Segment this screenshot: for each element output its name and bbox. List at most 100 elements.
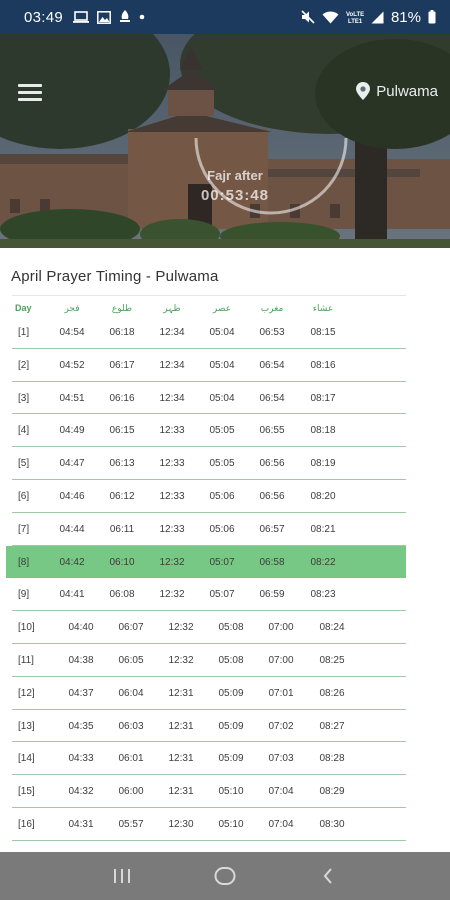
- row-maghrib: 07:04: [268, 786, 294, 798]
- row-sunrise: 06:03: [118, 720, 144, 732]
- row-fajr: 04:54: [59, 327, 85, 338]
- table-header: Day فجر طلوع ظہر عصر مغرب عشاء: [12, 295, 406, 316]
- recent-apps-icon: [113, 869, 130, 883]
- battery-percent: 81%: [390, 8, 421, 26]
- row-isha: 08:23: [310, 589, 336, 601]
- row-maghrib: 07:04: [268, 818, 294, 830]
- row-sunrise: 05:57: [118, 818, 144, 830]
- row-asr: 05:09: [218, 687, 244, 699]
- row-fajr: 04:52: [59, 359, 85, 371]
- signal-icon: [371, 11, 384, 23]
- row-fajr: 04:35: [68, 720, 94, 732]
- row-isha: 08:20: [310, 490, 336, 502]
- table-row: [3] 04:51 06:16 12:34 05:04 06:54 08:17: [12, 382, 406, 415]
- row-maghrib: 07:01: [268, 687, 294, 699]
- table-row: [7] 04:44 06:11 12:33 05:06 06:57 08:21: [12, 513, 406, 546]
- row-asr: 05:10: [218, 818, 244, 830]
- table-row: [9] 04:41 06:08 12:32 05:07 06:59 08:23: [12, 578, 406, 612]
- row-sunrise: 06:16: [109, 392, 135, 404]
- header-isha: عشاء: [312, 303, 334, 313]
- row-day: [1]: [18, 327, 30, 338]
- row-fajr: 04:32: [68, 786, 94, 798]
- row-day: [13]: [18, 720, 35, 732]
- timing-title: April Prayer Timing - Pulwama: [11, 268, 219, 285]
- row-fajr: 04:47: [59, 458, 85, 470]
- home-button[interactable]: [205, 861, 245, 891]
- row-maghrib: 06:54: [259, 392, 285, 404]
- row-sunrise: 06:15: [109, 425, 135, 437]
- row-isha: 08:19: [310, 458, 336, 470]
- row-sunrise: 06:07: [118, 622, 144, 634]
- home-icon: [214, 867, 236, 885]
- row-isha: 08:16: [310, 359, 336, 371]
- row-zuhr: 12:32: [159, 589, 185, 601]
- row-sunrise: 06:08: [109, 589, 135, 601]
- row-asr: 05:04: [209, 327, 235, 338]
- countdown-time: 00:53:48: [200, 187, 270, 204]
- table-row: [10] 04:40 06:07 12:32 05:08 07:00 08:24: [12, 611, 406, 644]
- recent-apps-button[interactable]: [102, 861, 142, 891]
- table-row: [5] 04:47 06:13 12:33 05:05 06:56 08:19: [12, 447, 406, 480]
- row-day: [16]: [18, 818, 35, 830]
- row-isha: 08:27: [319, 720, 345, 732]
- row-day: [2]: [18, 359, 30, 371]
- row-isha: 08:24: [319, 622, 345, 634]
- row-day: [3]: [18, 392, 30, 404]
- location-pin-icon: [356, 82, 371, 100]
- row-day: [15]: [18, 786, 35, 798]
- row-zuhr: 12:31: [168, 753, 194, 765]
- row-asr: 05:05: [209, 458, 235, 470]
- row-day: [11]: [18, 654, 34, 666]
- row-isha: 08:25: [319, 654, 345, 666]
- row-isha: 08:29: [319, 786, 345, 798]
- status-system-icons: VoLTE LTE1 81%: [301, 9, 436, 26]
- table-body: [1] 04:54 06:18 12:34 05:04 06:53 08:15 [2] 04:5…: [6, 316, 406, 841]
- header-zuhr: ظہر: [163, 303, 181, 313]
- row-asr: 05:08: [218, 654, 244, 666]
- row-asr: 05:05: [209, 425, 235, 437]
- row-day: [8]: [18, 556, 30, 568]
- row-isha: 08:28: [319, 753, 345, 765]
- table-row: [4] 04:49 06:15 12:33 05:05 06:55 08:18: [12, 414, 406, 448]
- table-row: [2] 04:52 06:17 12:34 05:04 06:54 08:16: [12, 349, 406, 382]
- row-day: [12]: [18, 687, 35, 699]
- header-maghrib: مغرب: [260, 303, 284, 313]
- row-sunrise: 06:11: [109, 523, 135, 535]
- row-maghrib: 07:03: [268, 753, 294, 765]
- volte-icon: VoLTE LTE1: [346, 12, 364, 24]
- row-sunrise: 06:01: [118, 753, 144, 765]
- row-zuhr: 12:34: [159, 392, 185, 404]
- row-maghrib: 06:56: [259, 490, 285, 502]
- row-zuhr: 12:33: [159, 458, 185, 470]
- row-day: [5]: [18, 458, 30, 470]
- row-isha: 08:17: [310, 392, 336, 404]
- row-zuhr: 12:34: [159, 327, 185, 338]
- dot-icon: [139, 14, 145, 20]
- row-fajr: 04:41: [59, 589, 85, 601]
- navigation-bar: [0, 852, 450, 900]
- row-fajr: 04:37: [68, 687, 94, 699]
- hamburger-menu-icon[interactable]: [18, 84, 42, 102]
- row-maghrib: 06:54: [259, 359, 285, 371]
- row-isha: 08:26: [319, 687, 345, 699]
- table-row: [6] 04:46 06:12 12:33 05:06 06:56 08:20: [12, 480, 406, 513]
- row-maghrib: 06:56: [259, 458, 285, 470]
- row-sunrise: 06:00: [118, 786, 144, 798]
- row-asr: 05:09: [218, 753, 244, 765]
- row-fajr: 04:49: [59, 425, 85, 437]
- row-day: [10]: [18, 622, 35, 634]
- back-button[interactable]: [308, 861, 348, 891]
- row-asr: 05:10: [218, 786, 244, 798]
- mute-icon: [301, 10, 315, 24]
- row-maghrib: 06:59: [259, 589, 285, 601]
- row-day: [6]: [18, 490, 30, 502]
- row-fajr: 04:38: [68, 654, 94, 666]
- location-selector[interactable]: Pulwama: [356, 82, 438, 100]
- location-name: Pulwama: [376, 82, 438, 100]
- row-maghrib: 07:00: [268, 654, 294, 666]
- wifi-icon: [322, 10, 339, 23]
- row-fajr: 04:42: [59, 556, 85, 568]
- row-isha: 08:18: [310, 425, 336, 437]
- svg-text:VoLTE: VoLTE: [346, 12, 364, 18]
- prayer-timing-table: Day فجر طلوع ظہر عصر مغرب عشاء [1] 04:54 0…: [6, 295, 406, 841]
